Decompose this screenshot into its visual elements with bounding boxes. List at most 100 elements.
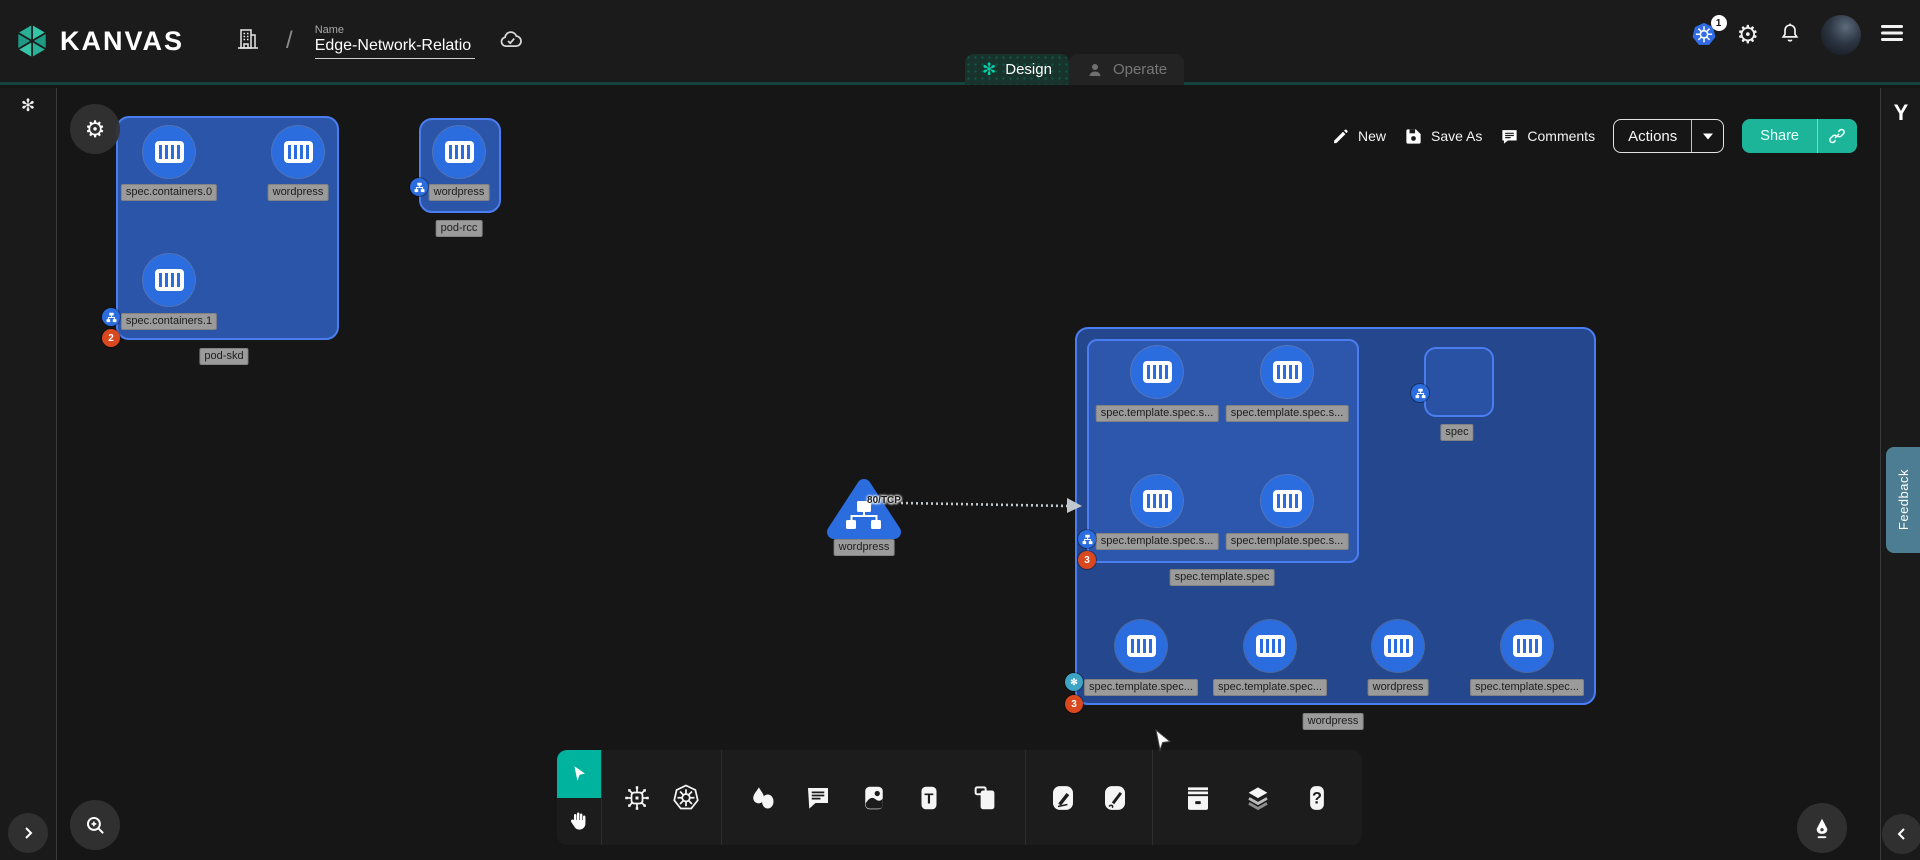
network-badge[interactable]	[102, 308, 120, 326]
note-tool-button[interactable]	[970, 783, 1000, 813]
annotate-pen-icon	[1048, 783, 1078, 813]
hand-pan-icon	[567, 809, 591, 833]
container-icon	[1273, 490, 1302, 512]
text-icon: T	[914, 783, 944, 813]
hamburger-menu-icon[interactable]	[1880, 24, 1904, 47]
tab-design[interactable]: ✻ Design	[965, 54, 1069, 85]
k8s-context-count-badge: 1	[1711, 15, 1727, 31]
count-badge[interactable]: 3	[1065, 695, 1083, 713]
group-spec-template-spec[interactable]	[1087, 339, 1359, 563]
image-icon	[859, 783, 889, 813]
pan-tool-button[interactable]	[557, 798, 601, 846]
count-badge[interactable]: 3	[1078, 551, 1096, 569]
count-badge[interactable]: 2	[102, 329, 120, 347]
chevron-left-icon	[1895, 827, 1909, 841]
design-name-input[interactable]: Edge-Network-Relatio	[315, 37, 475, 59]
comment-tool-button[interactable]	[803, 783, 833, 813]
container-node[interactable]	[1261, 346, 1313, 398]
actions-main-button[interactable]: Actions	[1614, 120, 1691, 152]
drawer-icon	[1183, 783, 1213, 813]
network-badge[interactable]	[1411, 384, 1429, 402]
kanvas-logo[interactable]: KANVAS	[14, 21, 184, 61]
container-node[interactable]	[1131, 346, 1183, 398]
container-icon	[1143, 361, 1172, 383]
container-icon	[1384, 635, 1413, 657]
annotate-pen-button[interactable]	[1048, 783, 1078, 813]
share-link-button[interactable]	[1817, 119, 1857, 153]
container-node[interactable]	[1261, 475, 1313, 527]
tab-design-label: Design	[1005, 61, 1052, 78]
component-chip-icon	[622, 783, 652, 813]
archive-drawer-button[interactable]	[1183, 783, 1213, 813]
tab-operate[interactable]: Operate	[1069, 54, 1184, 85]
feedback-tab[interactable]: Feedback	[1886, 447, 1920, 553]
share-main-button[interactable]: Share	[1742, 119, 1817, 153]
container-node[interactable]	[272, 126, 324, 178]
container-icon	[445, 141, 474, 163]
service-node[interactable]	[826, 474, 902, 542]
design-name-block: Name Edge-Network-Relatio	[315, 24, 475, 59]
service-label: wordpress	[834, 539, 895, 556]
user-avatar[interactable]	[1821, 15, 1861, 55]
node-label: wordpress	[268, 184, 329, 201]
layers-button[interactable]	[1243, 783, 1273, 813]
container-node[interactable]	[143, 126, 195, 178]
container-node[interactable]	[143, 254, 195, 306]
network-badge[interactable]	[410, 178, 428, 196]
group-settings-button[interactable]: ⚙	[70, 104, 120, 154]
actions-button: Actions	[1613, 119, 1724, 153]
container-icon	[1256, 635, 1285, 657]
help-button[interactable]: ?	[1302, 783, 1332, 813]
container-icon	[1513, 635, 1542, 657]
component-tool-button[interactable]	[622, 783, 652, 813]
chevron-right-icon	[21, 826, 35, 840]
service-edge[interactable]	[893, 486, 1093, 522]
container-node[interactable]	[1131, 475, 1183, 527]
image-tool-button[interactable]	[859, 783, 889, 813]
node-label: spec.template.spec...	[1213, 679, 1327, 696]
settings-gear-icon[interactable]: ⚙	[1737, 23, 1759, 48]
sync-badge[interactable]: ✻	[1065, 673, 1083, 691]
kubernetes-tool-button[interactable]	[671, 783, 701, 813]
cloud-saved-icon	[497, 28, 525, 55]
collapse-right-panel-button[interactable]	[1882, 814, 1920, 854]
link-chain-icon	[1828, 127, 1846, 145]
kubernetes-helm-icon	[671, 783, 701, 813]
network-badge[interactable]	[1078, 530, 1096, 548]
cursor-select-icon	[568, 763, 590, 785]
node-label: wordpress	[1368, 679, 1429, 696]
freehand-pencil-icon	[1100, 783, 1130, 813]
kubernetes-context-button[interactable]: 1	[1690, 21, 1718, 49]
save-as-button[interactable]: Save As	[1404, 127, 1482, 146]
design-swirl-icon: ✻	[982, 60, 996, 80]
select-tool-button[interactable]	[557, 750, 601, 798]
actions-caret-button[interactable]	[1691, 120, 1723, 152]
caret-down-icon	[1702, 132, 1714, 141]
freehand-draw-button[interactable]	[1100, 783, 1130, 813]
container-icon	[284, 141, 313, 163]
notifications-bell-icon[interactable]	[1778, 21, 1802, 50]
container-node[interactable]	[1501, 620, 1553, 672]
zoom-button[interactable]	[70, 800, 120, 850]
organization-icon[interactable]	[236, 26, 260, 57]
help-question-icon: ?	[1302, 783, 1332, 813]
new-button[interactable]: New	[1331, 127, 1386, 146]
layers-icon	[1243, 783, 1273, 813]
container-node[interactable]	[1115, 620, 1167, 672]
container-node[interactable]	[433, 126, 485, 178]
container-node[interactable]	[1244, 620, 1296, 672]
edge-port-label: 80/TCP	[867, 495, 901, 506]
mouse-cursor	[1152, 728, 1174, 757]
pen-tool-button[interactable]	[1797, 803, 1847, 853]
text-tool-button[interactable]: T	[914, 783, 944, 813]
canvas-toolbar: T	[557, 750, 1362, 845]
node-label: spec	[1440, 424, 1473, 441]
node-spec[interactable]	[1424, 347, 1494, 417]
node-label: spec.template.spec...	[1084, 679, 1198, 696]
svg-text:T: T	[924, 790, 933, 807]
shapes-tool-button[interactable]	[748, 783, 778, 813]
flip-y-icon[interactable]: Y	[1881, 100, 1920, 126]
expand-left-panel-button[interactable]	[8, 813, 48, 853]
container-node[interactable]	[1372, 620, 1424, 672]
comments-button[interactable]: Comments	[1500, 127, 1595, 146]
